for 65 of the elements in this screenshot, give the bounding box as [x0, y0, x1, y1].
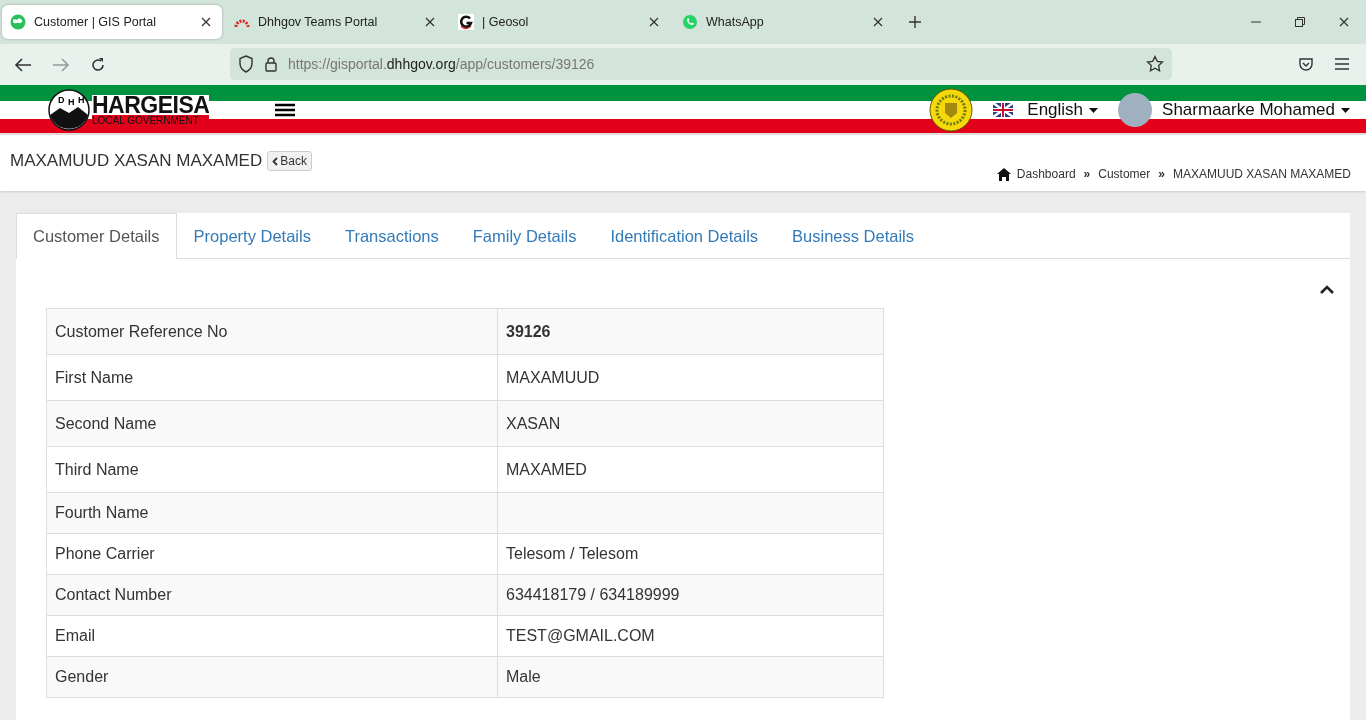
field-label: Contact Number [46, 574, 498, 616]
back-arrow-icon[interactable] [14, 56, 32, 73]
tab[interactable]: Business Details [775, 213, 932, 259]
field-value: MAXAMUUD [497, 354, 884, 401]
shield-icon [238, 55, 254, 73]
pocket-icon[interactable] [1298, 56, 1314, 73]
tab[interactable]: Property Details [176, 213, 328, 259]
field-label: Second Name [46, 400, 498, 447]
close-icon[interactable] [424, 16, 436, 28]
breadcrumb-current: MAXAMUUD XASAN MAXAMED [1172, 167, 1351, 181]
field-value: Telesom / Telesom [497, 533, 884, 575]
caret-icon [1089, 107, 1099, 113]
field-label: Customer Reference No [46, 308, 498, 355]
chevron-up-icon[interactable] [1320, 285, 1334, 294]
breadcrumb-separator: » [1083, 167, 1091, 181]
page-title: MAXAMUUD XASAN MAXAMED [10, 151, 263, 171]
user-menu[interactable]: Sharmaarke Mohamed [1118, 93, 1350, 127]
field-value: MAXAMED [497, 446, 884, 493]
tab[interactable]: Customer Details [16, 213, 177, 259]
browser-tab[interactable]: | Geosol [450, 5, 670, 39]
tab[interactable]: Transactions [327, 213, 456, 259]
letter-g-icon [458, 14, 474, 30]
reload-icon[interactable] [90, 56, 106, 73]
star-icon[interactable] [1146, 55, 1164, 73]
back-button[interactable]: Back [267, 151, 312, 171]
plus-icon[interactable] [908, 15, 922, 29]
logo-subtitle: LOCAL GOVERNMENT [92, 114, 210, 126]
tab[interactable]: Family Details [455, 213, 594, 259]
chat-bubble-icon [682, 14, 698, 30]
home-icon [996, 167, 1011, 181]
field-value: Male [497, 656, 884, 698]
field-value: 39126 [497, 308, 884, 355]
language-dropdown[interactable]: English [993, 100, 1099, 120]
tab[interactable]: Identification Details [593, 213, 776, 259]
mountain-emblem-icon: D H H [48, 89, 90, 131]
browser-tab[interactable]: WhatsApp [674, 5, 894, 39]
caret-icon [1341, 107, 1350, 113]
field-label: Email [46, 615, 498, 657]
address-bar[interactable]: https://gisportal.dhhgov.org/app/customers/39126 [230, 48, 1172, 80]
breadcrumb-link[interactable]: Dashboard [1016, 167, 1076, 181]
browser-tab[interactable]: Dhhgov Teams Portal [226, 5, 446, 39]
restore-icon[interactable] [1294, 16, 1306, 28]
field-label: Phone Carrier [46, 533, 498, 575]
flag-icon [993, 103, 1014, 117]
browser-tab[interactable]: Customer | GIS Portal [2, 5, 222, 39]
lock-icon [264, 56, 278, 72]
close-icon[interactable] [872, 16, 884, 28]
breadcrumb-separator: » [1158, 167, 1165, 181]
field-value: XASAN [497, 400, 884, 447]
avatar [1118, 93, 1153, 127]
close-icon[interactable] [648, 16, 660, 28]
close-icon[interactable] [200, 16, 212, 28]
url-text: https://gisportal.dhhgov.org/app/customers/39126 [288, 56, 596, 72]
field-label: Third Name [46, 446, 498, 493]
field-value: TEST@GMAIL.COM [497, 615, 884, 657]
field-label: Fourth Name [46, 492, 498, 534]
field-label: Gender [46, 656, 498, 698]
field-value: 634418179 / 634189999 [497, 574, 884, 616]
field-label: First Name [46, 354, 498, 401]
emblem-icon [929, 88, 974, 132]
close-icon[interactable] [1338, 16, 1350, 28]
logo-title: HARGEISA [92, 94, 210, 115]
menu-icon[interactable] [275, 103, 296, 117]
chevron-left-icon [272, 156, 279, 166]
breadcrumb-link[interactable]: Customer [1098, 167, 1151, 181]
